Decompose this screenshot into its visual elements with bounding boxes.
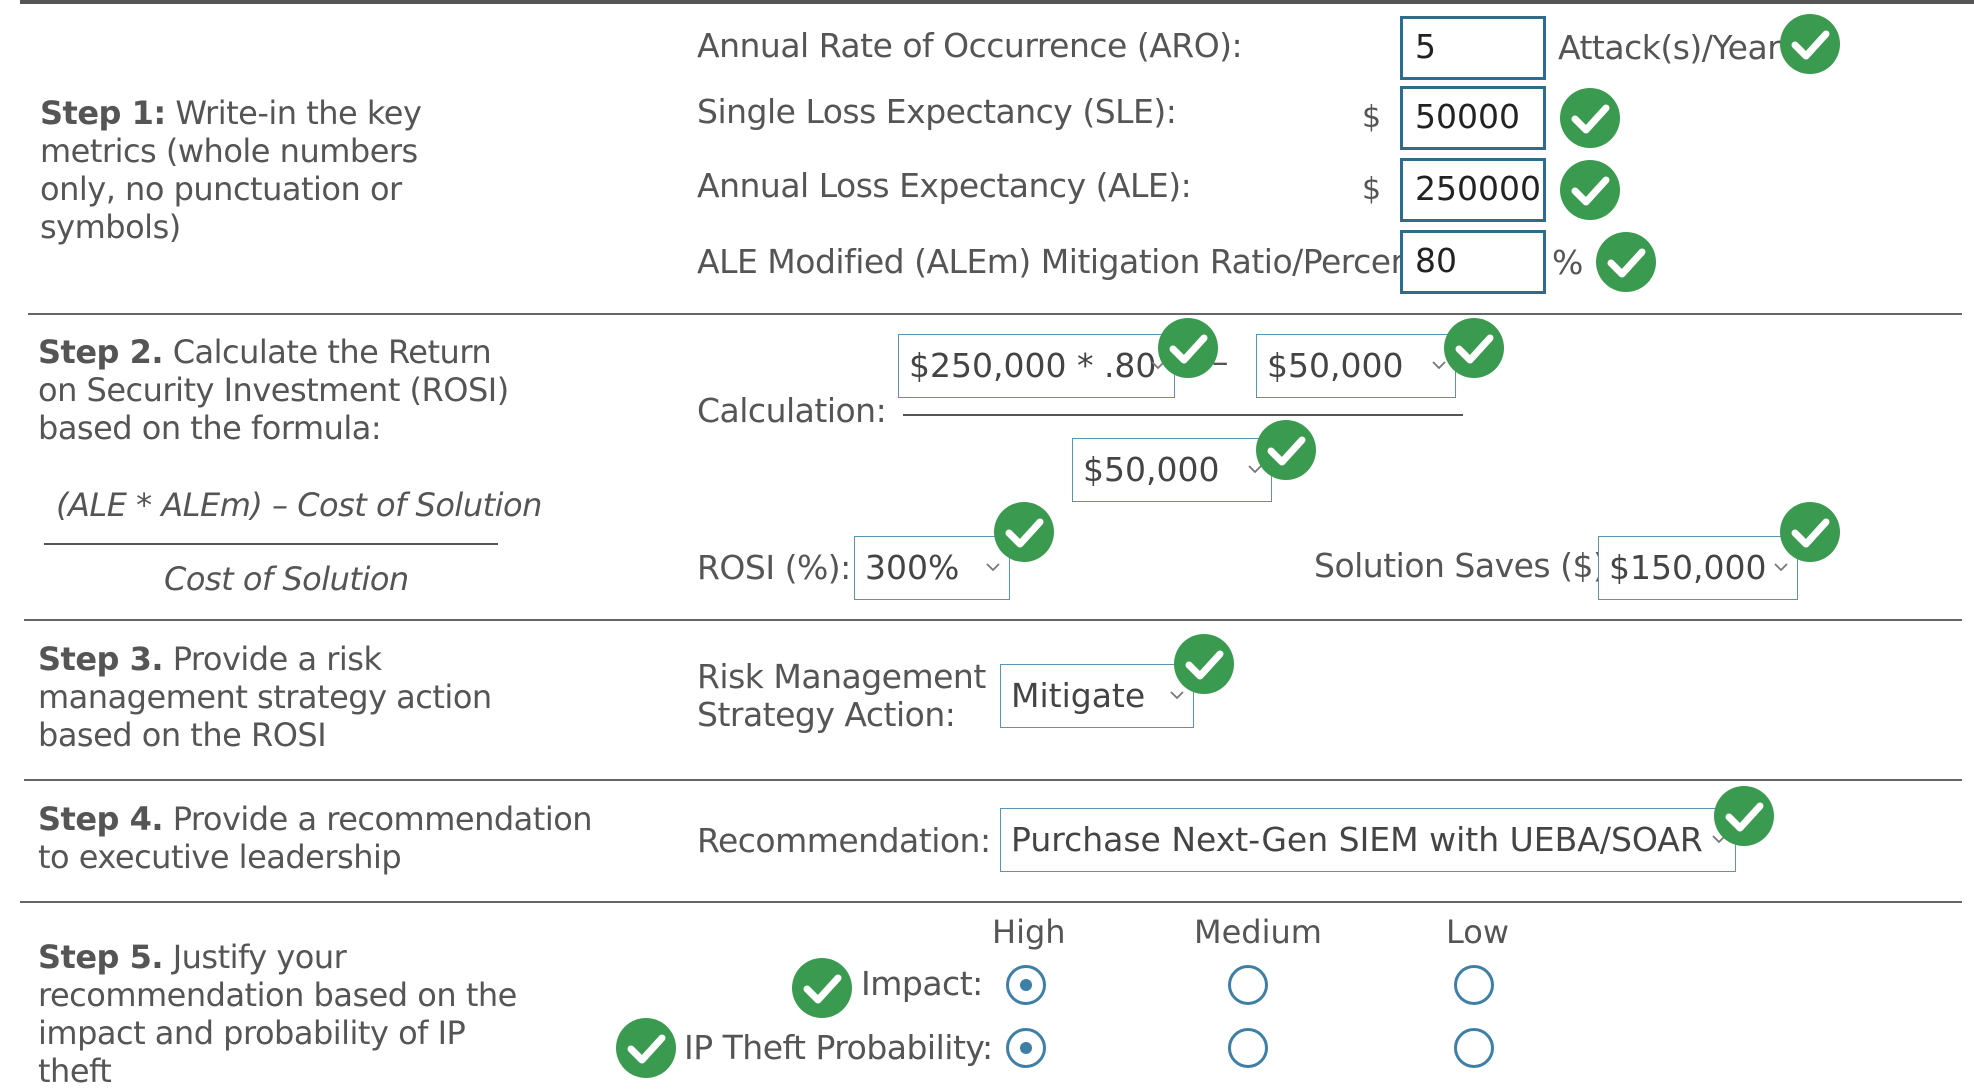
- ale-currency: $: [1362, 172, 1382, 207]
- calc-denominator-select[interactable]: $50,000: [1072, 438, 1272, 502]
- step3-number: Step 3.: [38, 640, 164, 678]
- risk-strategy-check-icon: [1174, 634, 1234, 694]
- step5-instructions: Step 5. Justify your recommendation base…: [38, 938, 538, 1090]
- impact-low-radio[interactable]: [1454, 965, 1494, 1005]
- chevron-down-icon: [986, 563, 1000, 572]
- divider-1: [28, 313, 1962, 315]
- rosi-select[interactable]: 300%: [854, 536, 1010, 600]
- calc-fraction-line: [903, 414, 1463, 416]
- step3-instructions: Step 3. Provide a risk management strate…: [38, 640, 498, 754]
- aro-check-icon: [1780, 14, 1840, 74]
- risk-strategy-value: Mitigate: [1011, 676, 1146, 715]
- calc-term1-value: $250,000 * .80: [909, 346, 1157, 385]
- sle-check-icon: [1560, 88, 1620, 148]
- rosi-value: 300%: [865, 548, 960, 587]
- saves-check-icon: [1780, 502, 1840, 562]
- aro-label: Annual Rate of Occurrence (ARO):: [697, 26, 1243, 65]
- divider-4: [20, 901, 1962, 903]
- step4-instructions: Step 4. Provide a recommendation to exec…: [38, 800, 598, 876]
- ale-label: Annual Loss Expectancy (ALE):: [697, 166, 1192, 205]
- impact-label: Impact:: [861, 964, 983, 1003]
- divider-2: [24, 619, 1962, 621]
- probability-check-icon: [616, 1018, 676, 1078]
- sle-currency: $: [1362, 100, 1382, 135]
- calc-term2-select[interactable]: $50,000: [1256, 334, 1456, 398]
- formula-fraction-line: [44, 543, 498, 545]
- step2-number: Step 2.: [38, 333, 164, 371]
- divider-3: [24, 779, 1962, 781]
- calc-denominator-value: $50,000: [1083, 450, 1220, 489]
- calc-term1-select[interactable]: $250,000 * .80: [898, 334, 1175, 398]
- probability-label: IP Theft Probability:: [684, 1028, 993, 1067]
- formula-denominator: Cost of Solution: [164, 560, 409, 598]
- probability-low-radio[interactable]: [1454, 1028, 1494, 1068]
- calc-term1-check-icon: [1158, 318, 1218, 378]
- impact-medium-radio[interactable]: [1228, 965, 1268, 1005]
- impact-high-radio[interactable]: [1006, 965, 1046, 1005]
- saves-value: $150,000: [1609, 548, 1767, 587]
- calc-minus: –: [1212, 342, 1229, 381]
- recommendation-check-icon: [1714, 786, 1774, 846]
- probability-medium-radio[interactable]: [1228, 1028, 1268, 1068]
- top-border: [20, 0, 1974, 4]
- calc-term2-value: $50,000: [1267, 346, 1404, 385]
- step4-number: Step 4.: [38, 800, 164, 838]
- recommendation-select[interactable]: Purchase Next-Gen SIEM with UEBA/SOAR: [1000, 808, 1736, 872]
- step2-instructions: Step 2. Calculate the Return on Security…: [38, 333, 518, 447]
- aro-unit: Attack(s)/Year: [1558, 28, 1781, 67]
- sle-label: Single Loss Expectancy (SLE):: [697, 92, 1177, 131]
- ale-check-icon: [1560, 160, 1620, 220]
- column-high: High: [992, 913, 1066, 951]
- aro-input[interactable]: 5: [1400, 16, 1546, 80]
- step1-instructions: Step 1: Write-in the key metrics (whole …: [40, 94, 480, 246]
- rosi-label: ROSI (%):: [697, 548, 851, 587]
- calc-term2-check-icon: [1444, 318, 1504, 378]
- recommendation-label: Recommendation:: [697, 821, 991, 860]
- alem-unit: %: [1552, 243, 1583, 282]
- alem-label: ALE Modified (ALEm) Mitigation Ratio/Per…: [697, 242, 1435, 281]
- sle-input[interactable]: 50000: [1400, 86, 1546, 150]
- chevron-down-icon: [1774, 563, 1788, 572]
- calculation-label: Calculation:: [697, 391, 887, 430]
- ale-input[interactable]: 250000: [1400, 158, 1546, 222]
- saves-label: Solution Saves ($):: [1314, 546, 1616, 585]
- recommendation-value: Purchase Next-Gen SIEM with UEBA/SOAR: [1011, 820, 1703, 859]
- alem-input[interactable]: 80: [1400, 230, 1546, 294]
- step1-number: Step 1:: [40, 94, 166, 132]
- step5-number: Step 5.: [38, 938, 164, 976]
- formula-numerator: (ALE * ALEm) – Cost of Solution: [56, 486, 542, 524]
- rosi-check-icon: [994, 502, 1054, 562]
- impact-check-icon: [792, 958, 852, 1018]
- probability-high-radio[interactable]: [1006, 1028, 1046, 1068]
- calc-denominator-check-icon: [1256, 420, 1316, 480]
- radio-selected-dot: [1020, 1042, 1032, 1054]
- alem-check-icon: [1596, 232, 1656, 292]
- risk-strategy-label: Risk Management Strategy Action:: [697, 657, 986, 734]
- risk-strategy-select[interactable]: Mitigate: [1000, 664, 1194, 728]
- column-medium: Medium: [1194, 913, 1322, 951]
- saves-select[interactable]: $150,000: [1598, 536, 1798, 600]
- column-low: Low: [1446, 913, 1510, 951]
- radio-selected-dot: [1020, 979, 1032, 991]
